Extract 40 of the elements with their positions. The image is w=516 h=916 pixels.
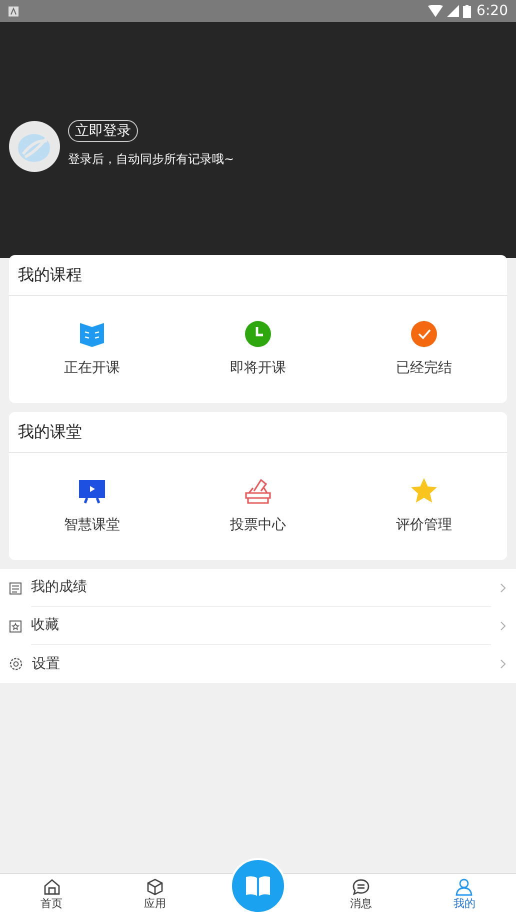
- battery-icon: [462, 4, 471, 18]
- chevron-right-icon: [500, 621, 506, 631]
- login-button[interactable]: 立即登录: [68, 120, 138, 142]
- menu-row[interactable]: 收藏: [0, 607, 516, 645]
- home-icon: [42, 878, 61, 896]
- menu-row[interactable]: 设置: [0, 645, 516, 683]
- clock-icon: [244, 320, 272, 348]
- notification-icon: [8, 6, 19, 16]
- star-box-icon: [9, 620, 22, 632]
- ballot-box-icon: [244, 477, 272, 505]
- nav-tab[interactable]: 我的: [412, 874, 516, 916]
- avatar-logo: [9, 121, 60, 172]
- chevron-right-icon: [500, 583, 506, 593]
- nav-tab[interactable]: 首页: [0, 874, 104, 916]
- shortcut-item[interactable]: 评价管理: [341, 477, 507, 536]
- shortcut-item[interactable]: 投票中心: [175, 477, 341, 536]
- settings-icon: [9, 657, 23, 671]
- nav-tab[interactable]: 消息: [310, 874, 413, 916]
- nav-tab[interactable]: 应用: [103, 874, 206, 916]
- star-icon: [410, 477, 438, 505]
- menu-row[interactable]: 我的成绩: [0, 569, 516, 607]
- shortcut-item[interactable]: 即将开课: [175, 320, 341, 379]
- shortcut-item[interactable]: 正在开课: [9, 320, 175, 379]
- shortcut-item[interactable]: 智慧课堂: [9, 477, 175, 536]
- status-time: 6:20: [476, 2, 508, 20]
- chevron-right-icon: [500, 659, 506, 669]
- book-icon: [78, 320, 106, 348]
- chat-bubble-icon: [352, 878, 370, 896]
- signal-icon: [446, 5, 459, 17]
- section-title: 我的课程: [18, 264, 82, 286]
- shortcut-item[interactable]: 已经完结: [341, 320, 507, 379]
- open-book-icon: [244, 873, 271, 899]
- check-icon: [410, 320, 438, 348]
- presentation-screen-icon: [78, 477, 106, 505]
- login-hint: 登录后，自动同步所有记录哦~: [68, 151, 234, 168]
- person-icon: [455, 878, 474, 896]
- document-icon: [9, 582, 22, 594]
- cube-icon: [146, 878, 164, 896]
- wifi-icon: [428, 5, 443, 17]
- section-title: 我的课堂: [18, 421, 82, 443]
